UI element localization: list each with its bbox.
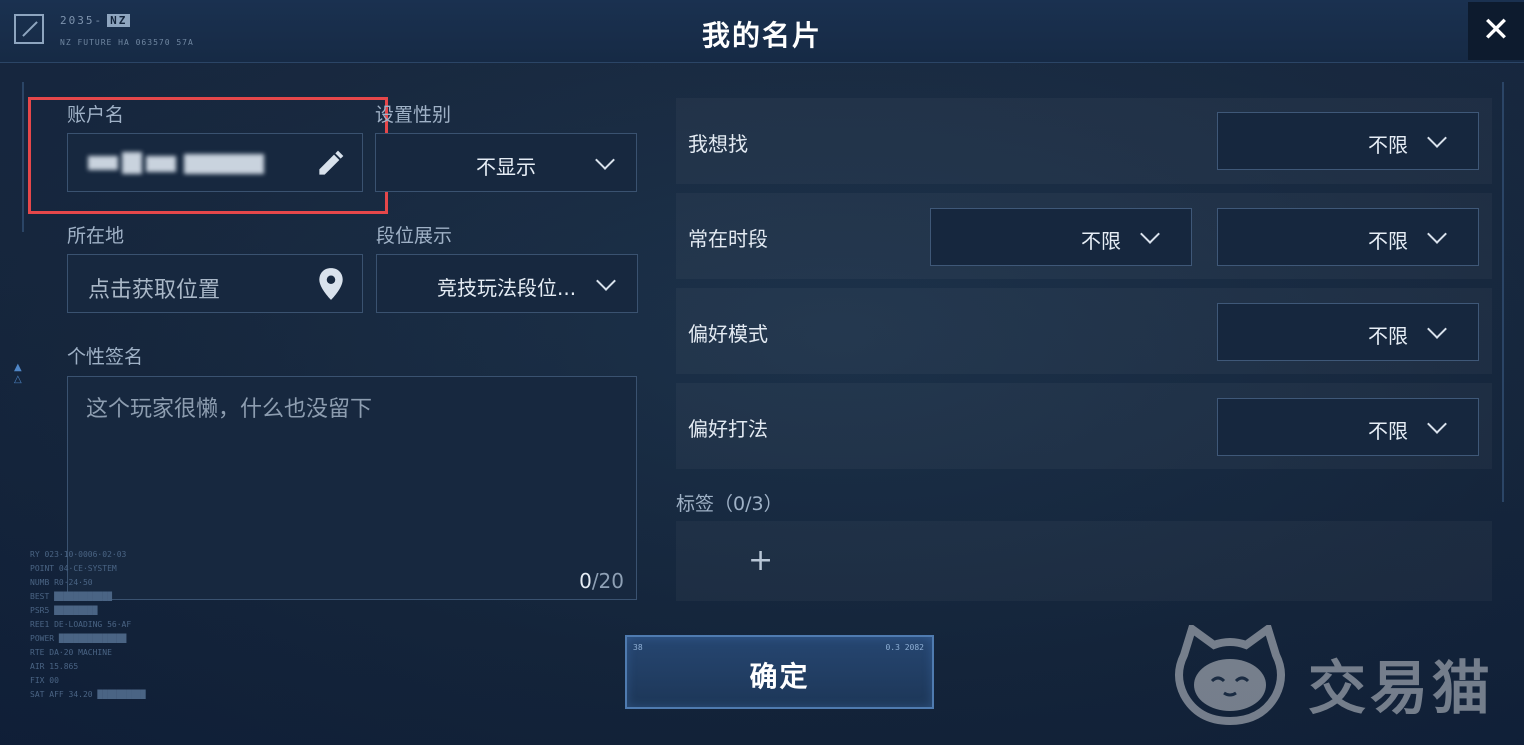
highlight-box: [28, 97, 388, 214]
chevron-down-icon: [1427, 319, 1447, 339]
pref-style-value: 不限: [1368, 419, 1408, 443]
confirm-corner-left: 38: [633, 643, 643, 652]
add-tag-button[interactable]: +: [748, 543, 773, 578]
looking-for-row: 我想找 不限: [676, 98, 1492, 184]
active-time-start-select[interactable]: 不限: [930, 208, 1192, 266]
tags-label: 标签（0/3）: [676, 493, 783, 515]
close-button[interactable]: ✕: [1468, 2, 1524, 60]
title-bar: 2035- NZ NZ FUTURE HA 063570 57A 我的名片 ✕: [0, 0, 1524, 63]
chevron-down-icon: [596, 271, 616, 291]
active-time-end-select[interactable]: 不限: [1217, 208, 1479, 266]
looking-for-select[interactable]: 不限: [1217, 112, 1479, 170]
gender-select-value: 不显示: [476, 155, 536, 179]
signature-label: 个性签名: [67, 346, 144, 368]
page-title: 我的名片: [701, 19, 822, 52]
rank-label: 段位展示: [376, 225, 453, 247]
hud-deco-line: [1502, 82, 1504, 502]
location-pin-icon[interactable]: [318, 267, 344, 301]
location-field[interactable]: 点击获取位置: [67, 254, 363, 313]
looking-for-label: 我想找: [688, 132, 748, 156]
pref-style-select[interactable]: 不限: [1217, 398, 1479, 456]
pref-mode-label: 偏好模式: [688, 322, 768, 346]
chevron-down-icon: [1140, 224, 1160, 244]
signature-char-counter: 0/20: [579, 569, 624, 593]
active-time-row: 常在时段 不限 不限: [676, 193, 1492, 279]
looking-for-value: 不限: [1368, 133, 1408, 157]
cat-logo-icon: [1175, 622, 1285, 726]
active-time-label: 常在时段: [688, 227, 768, 251]
rank-select[interactable]: 竞技玩法段位...: [376, 254, 638, 313]
confirm-button[interactable]: 38 0.3 2082 确定: [625, 635, 934, 709]
gender-select[interactable]: 不显示: [375, 133, 637, 192]
pref-style-label: 偏好打法: [688, 417, 768, 441]
gender-label: 设置性别: [375, 104, 452, 126]
active-time-start-value: 不限: [1081, 229, 1121, 253]
tags-area: +: [676, 521, 1492, 601]
pref-style-row: 偏好打法 不限: [676, 383, 1492, 469]
rank-select-value: 竞技玩法段位...: [437, 276, 577, 300]
active-time-end-value: 不限: [1368, 229, 1408, 253]
watermark: 交易猫: [1170, 622, 1500, 726]
confirm-corner-right: 0.3 2082: [885, 643, 924, 652]
location-value: 点击获取位置: [88, 278, 221, 303]
hud-deco-line: [22, 82, 24, 232]
chevron-down-icon: [1427, 414, 1447, 434]
pref-mode-select[interactable]: 不限: [1217, 303, 1479, 361]
side-arrow-icon: ▲ △: [14, 362, 22, 385]
location-label: 所在地: [67, 225, 125, 247]
chevron-down-icon: [1427, 128, 1447, 148]
confirm-label: 确定: [749, 660, 810, 693]
signature-textarea[interactable]: 这个玩家很懒，什么也没留下 0/20: [67, 376, 637, 600]
pref-mode-value: 不限: [1368, 324, 1408, 348]
close-icon: ✕: [1481, 10, 1511, 50]
pref-mode-row: 偏好模式 不限: [676, 288, 1492, 374]
hud-background-text: RY 023·10·0006·02·03 POINT 04·CE·SYSTEM NU…: [30, 550, 146, 699]
chevron-down-icon: [595, 150, 615, 170]
chevron-down-icon: [1427, 224, 1447, 244]
watermark-text: 交易猫: [1308, 654, 1495, 722]
signature-placeholder: 这个玩家很懒，什么也没留下: [86, 397, 373, 422]
